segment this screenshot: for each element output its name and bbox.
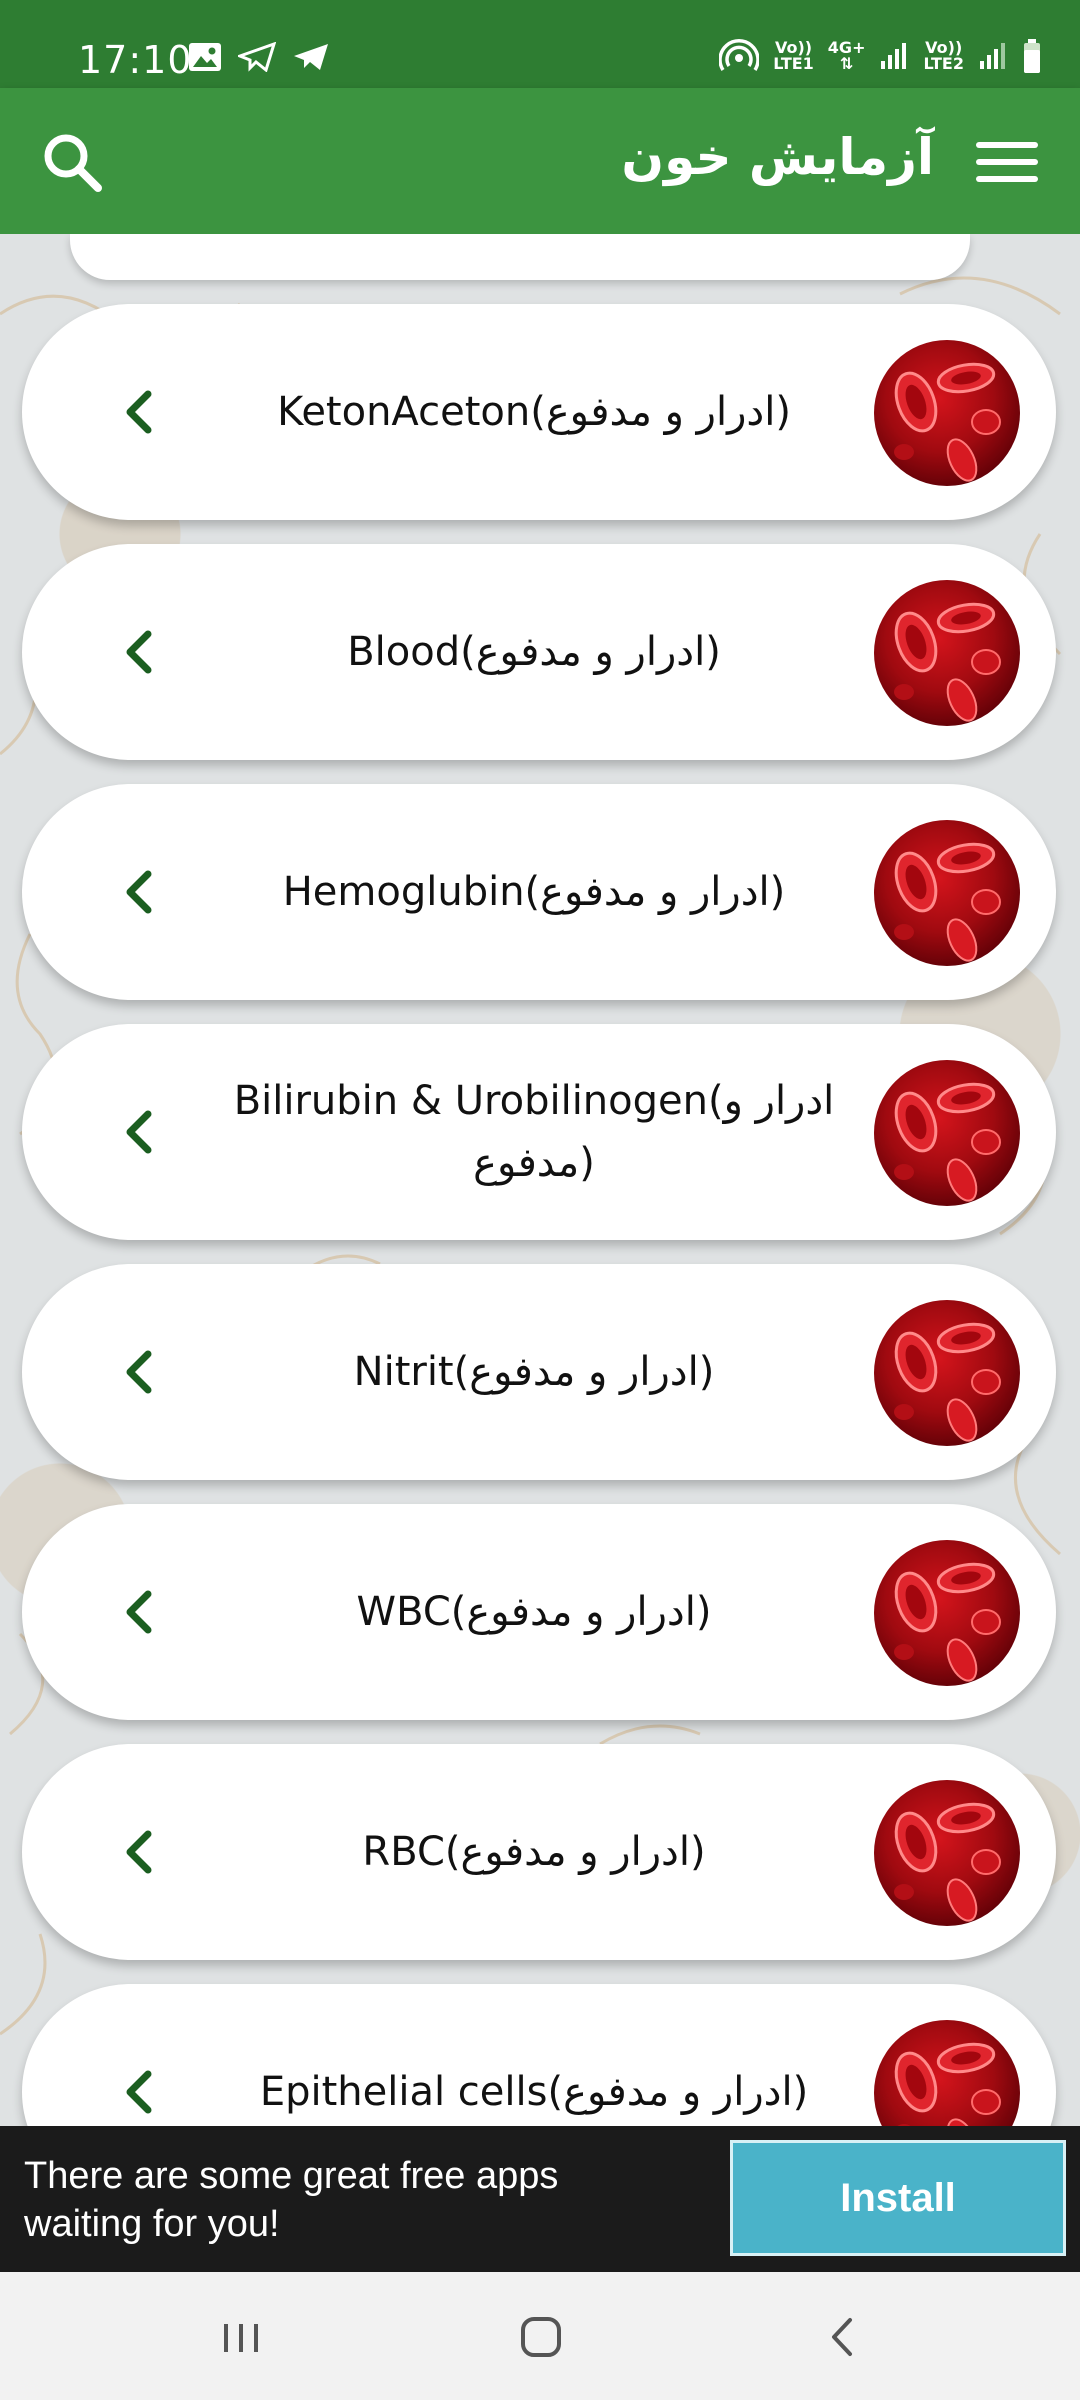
- home-button[interactable]: [506, 2302, 576, 2372]
- image-icon: [189, 43, 221, 71]
- signal-2-icon: [980, 43, 1005, 69]
- chevron-left-icon: [126, 1110, 152, 1154]
- list-item[interactable]: Blood(ادرار و مدفوع): [22, 544, 1056, 760]
- chevron-left-icon: [126, 870, 152, 914]
- red-blood-cells-icon: [874, 580, 1020, 726]
- list-item[interactable]: Bilirubin & Urobilinogen(ادرار و مدفوع): [22, 1024, 1056, 1240]
- volte-lte2-icon: Vo)) LTE2: [923, 38, 964, 73]
- list-item[interactable]: WBC(ادرار و مدفوع): [22, 1504, 1056, 1720]
- status-left-icons: [188, 42, 330, 72]
- battery-icon: [1024, 39, 1040, 73]
- chevron-left-icon: [126, 1830, 152, 1874]
- list-item-label: RBC(ادرار و مدفوع): [362, 1829, 706, 1875]
- menu-button[interactable]: [976, 140, 1038, 184]
- recent-apps-button[interactable]: [206, 2302, 276, 2372]
- list-item[interactable]: RBC(ادرار و مدفوع): [22, 1744, 1056, 1960]
- list-item-label: Bilirubin & Urobilinogen(ادرار و مدفوع): [233, 1078, 835, 1186]
- telegram-icon: [294, 44, 328, 70]
- red-blood-cells-icon: [874, 1300, 1020, 1446]
- recent-apps-icon: [224, 2324, 258, 2352]
- red-blood-cells-icon: [874, 1780, 1020, 1926]
- search-icon: [44, 134, 102, 192]
- list-item[interactable]: KetonAceton(ادرار و مدفوع): [22, 304, 1056, 520]
- status-right-icons: Vo)) LTE1 4G+ ⇅ Vo)) LTE2: [719, 38, 1042, 74]
- ad-text: There are some great free apps waiting f…: [24, 2155, 559, 2245]
- search-button[interactable]: [40, 130, 104, 194]
- red-blood-cells-icon: [874, 820, 1020, 966]
- telegram-outline-icon: [238, 42, 276, 72]
- page-title: آزمایش خون: [621, 128, 934, 186]
- list-item-label: Blood(ادرار و مدفوع): [347, 629, 721, 675]
- status-time: 17:10: [78, 38, 193, 82]
- red-blood-cells-icon: [874, 1060, 1020, 1206]
- red-blood-cells-icon: [874, 2020, 1020, 2126]
- hamburger-menu-icon: [976, 142, 1038, 182]
- 4g-data-icon: 4G+ ⇅: [827, 38, 866, 73]
- chevron-left-icon: [126, 390, 152, 434]
- ad-banner[interactable]: There are some great free apps waiting f…: [0, 2126, 1080, 2272]
- list-item-label: Nitrit(ادرار و مدفوع): [353, 1349, 715, 1395]
- list-item[interactable]: Nitrit(ادرار و مدفوع): [22, 1264, 1056, 1480]
- chevron-left-icon: [126, 630, 152, 674]
- install-button[interactable]: Install: [730, 2140, 1066, 2256]
- chevron-left-icon: [126, 2070, 152, 2114]
- list-item-label: WBC(ادرار و مدفوع): [356, 1589, 712, 1635]
- app-bar: آزمایش خون: [0, 88, 1080, 234]
- content-list[interactable]: KetonAceton(ادرار و مدفوع) Blood(ادرار و …: [0, 234, 1080, 2126]
- system-nav-bar: [0, 2272, 1080, 2400]
- list-item-label: KetonAceton(ادرار و مدفوع): [277, 389, 791, 435]
- hotspot-icon: [719, 39, 760, 71]
- list-item-label: Epithelial cells(ادرار و مدفوع): [259, 2069, 809, 2115]
- list-item-partial[interactable]: [70, 234, 970, 280]
- volte-lte1-icon: Vo)) LTE1: [773, 38, 814, 73]
- back-icon: [832, 2318, 852, 2356]
- list-item[interactable]: Hemoglubin(ادرار و مدفوع): [22, 784, 1056, 1000]
- list-item-label: Hemoglubin(ادرار و مدفوع): [282, 869, 786, 915]
- red-blood-cells-icon: [874, 340, 1020, 486]
- status-bar: 17:10 Vo)) LTE1 4G+ ⇅ Vo)) LTE2: [0, 0, 1080, 88]
- red-blood-cells-icon: [874, 1540, 1020, 1686]
- list-item[interactable]: Epithelial cells(ادرار و مدفوع): [22, 1984, 1056, 2126]
- home-icon: [521, 2317, 561, 2357]
- chevron-left-icon: [126, 1350, 152, 1394]
- chevron-left-icon: [126, 1590, 152, 1634]
- signal-1-icon: [881, 43, 907, 69]
- back-button[interactable]: [808, 2302, 878, 2372]
